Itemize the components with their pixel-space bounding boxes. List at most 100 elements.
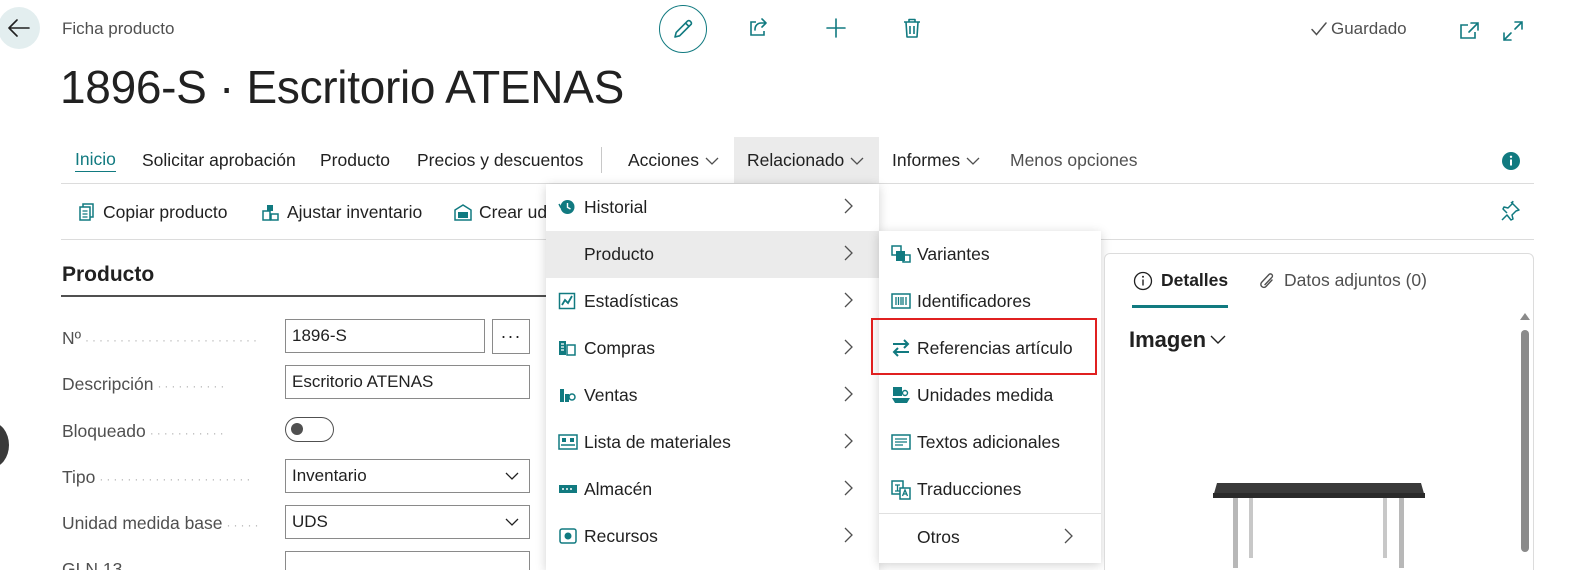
units-icon [891,386,911,404]
product-submenu: Variantes Identificadores Referencias ar… [879,231,1101,563]
new-button[interactable] [819,11,853,45]
menu-item-variants[interactable]: Variantes [879,231,1101,278]
menu-item-sales[interactable]: Ventas [546,372,879,419]
delete-button[interactable] [895,11,929,45]
bom-icon [558,433,578,451]
chevron-right-icon [844,245,853,261]
field-label-type: Tipo ······················ [62,467,254,487]
share-icon [747,17,769,39]
adjust-inventory-button[interactable]: Ajustar inventario [261,186,422,238]
field-label-gln: GLN 13 [62,559,123,570]
sales-icon [558,386,576,404]
menu-item-extended-texts[interactable]: Textos adicionales [879,419,1101,466]
page-title: 1896-S · Escritorio ATENAS [60,61,624,113]
warehouse-create-icon [453,202,473,222]
no-input[interactable]: 1896-S [285,319,485,353]
page-caption: Ficha producto [62,19,175,38]
history-icon [558,198,576,216]
chevron-down-icon [966,157,980,165]
menu-item-bill-of-materials[interactable]: Lista de materiales [546,419,879,466]
back-button[interactable] [0,7,40,49]
scroll-up-arrow-icon[interactable] [1520,312,1530,320]
field-label-description: Descripción ·········· [62,374,228,394]
section-divider [61,295,546,297]
action-related-menu[interactable]: Relacionado [734,137,879,183]
base-unit-select[interactable]: UDS [285,505,530,539]
menu-item-purchases[interactable]: Compras [546,325,879,372]
action-bar: Inicio Solicitar aprobación Producto Pre… [61,137,1534,184]
warehouse-icon [558,480,578,498]
expand-icon [1502,20,1524,42]
assist-edit-button[interactable]: ··· [492,319,530,354]
info-icon[interactable] [1501,151,1521,171]
text-icon [891,433,911,451]
action-reports-menu[interactable]: Informes [892,137,980,183]
tab-attachments[interactable]: Datos adjuntos (0) [1258,270,1427,291]
menu-item-others[interactable]: Otros [879,514,1101,561]
field-label-no: Nº ························· [62,328,260,348]
chevron-down-icon [505,472,519,480]
variants-icon [891,245,911,263]
copy-product-button[interactable]: Copiar producto [77,186,228,238]
menu-item-translations[interactable]: Traducciones [879,466,1101,513]
description-input[interactable]: Escritorio ATENAS [285,365,530,399]
action-fewer-options[interactable]: Menos opciones [1010,137,1137,183]
action-actions-menu[interactable]: Acciones [628,137,719,183]
menu-item-resources[interactable]: Recursos [546,513,879,560]
edit-button[interactable] [659,5,707,53]
section-title: Producto [62,263,155,286]
create-unit-button[interactable]: Crear ud [453,186,547,238]
side-handle[interactable] [0,422,9,468]
paperclip-icon [1258,271,1276,291]
tab-details[interactable]: Detalles [1133,270,1228,291]
product-image [1213,479,1425,570]
type-select[interactable]: Inventario [285,459,530,493]
saved-status-label: Guardado [1331,19,1407,38]
highlight-annotation-box [871,318,1097,375]
menu-item-product[interactable]: Producto [546,231,879,278]
pin-icon[interactable] [1499,200,1521,222]
action-prices-discounts[interactable]: Precios y descuentos [417,137,583,183]
popout-icon [1458,21,1480,41]
share-button[interactable] [741,11,775,45]
trash-icon [902,17,922,39]
barcode-icon [891,292,911,310]
purchases-icon [558,339,576,357]
arrow-left-icon [8,19,30,37]
blocked-toggle[interactable] [285,417,334,442]
chevron-right-icon [844,386,853,402]
action-request-approval[interactable]: Solicitar aprobación [142,137,296,183]
chevron-right-icon [844,292,853,308]
field-label-blocked: Bloqueado ··········· [62,421,227,441]
open-new-window-button[interactable] [1452,14,1486,48]
field-label-base-unit: Unidad medida base ····· [62,513,262,533]
menu-item-units-of-measure[interactable]: Unidades medida [879,372,1101,419]
chevron-right-icon [844,198,853,214]
gln-input[interactable] [285,551,530,570]
chevron-down-icon [505,518,519,526]
action-product[interactable]: Producto [320,137,390,183]
checkmark-icon [1310,21,1328,37]
menu-item-history[interactable]: Historial [546,184,879,231]
copy-document-icon [77,202,97,222]
translate-icon [891,480,911,500]
chevron-right-icon [844,480,853,496]
action-bar-divider [601,147,602,173]
image-section-toggle[interactable]: Imagen [1129,327,1226,353]
factbox-scrollbar[interactable] [1519,312,1531,562]
menu-item-statistics[interactable]: Estadísticas [546,278,879,325]
resources-icon [558,527,578,545]
chevron-down-icon [850,157,864,165]
action-home[interactable]: Inicio [75,137,116,183]
plus-icon [825,17,847,39]
chevron-right-icon [844,339,853,355]
menu-item-warehouse[interactable]: Almacén [546,466,879,513]
chevron-right-icon [844,433,853,449]
chevron-right-icon [844,527,853,543]
statistics-icon [558,292,576,310]
factbox-panel: Detalles Datos adjuntos (0) Imagen [1104,253,1534,570]
scrollbar-thumb[interactable] [1521,330,1529,552]
expand-button[interactable] [1496,14,1530,48]
active-tab-indicator [1132,305,1228,308]
inventory-adjust-icon [261,202,281,222]
